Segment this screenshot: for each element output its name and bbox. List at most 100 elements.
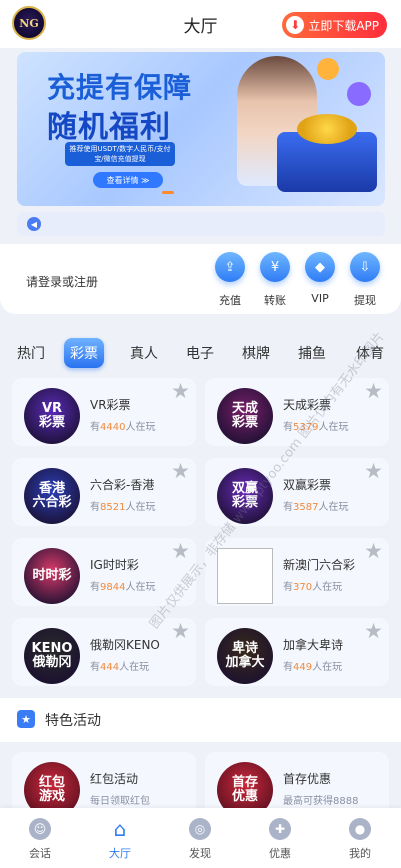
nav-label: 发现	[189, 847, 211, 860]
players-suffix: 人在玩	[318, 502, 349, 513]
players-prefix: 有	[90, 582, 100, 593]
quick-action-label: 提现	[354, 294, 376, 307]
login-register-link[interactable]: 请登录或注册	[26, 273, 98, 290]
game-card[interactable]: 卑诗 加拿大 加拿大卑诗 有449人在玩 ★	[205, 618, 389, 686]
download-icon: ⬇	[286, 16, 305, 34]
game-card[interactable]: 双赢 彩票 双赢彩票 有3587人在玩 ★	[205, 458, 389, 526]
gift-icon: ✚	[269, 818, 291, 840]
banner-subtext: 推荐使用USDT/数字人民币/支付宝/微信充值提现	[65, 142, 175, 166]
game-thumbnail: VR 彩票	[24, 388, 80, 444]
balloon-decoration	[347, 82, 371, 106]
profile-icon: ●	[349, 818, 371, 840]
notice-bar[interactable]: ◀	[17, 212, 385, 236]
game-card[interactable]: 香港 六合彩 六合彩-香港 有8521人在玩 ★	[12, 458, 196, 526]
download-app-label: 立即下载APP	[308, 18, 379, 33]
game-thumbnail: 香港 六合彩	[24, 468, 80, 524]
quick-action-deposit[interactable]: ⇪ 充值	[210, 252, 250, 308]
players-prefix: 有	[283, 662, 293, 673]
speaker-icon: ◀	[27, 217, 41, 231]
game-player-count: 有3587人在玩	[283, 498, 348, 513]
tab-5[interactable]: 捕鱼	[298, 343, 326, 363]
game-thumbnail	[217, 548, 273, 604]
game-player-count: 有4440人在玩	[90, 418, 155, 433]
players-prefix: 有	[90, 502, 100, 513]
promo-banner[interactable]: 充提有保障 随机福利 推荐使用USDT/数字人民币/支付宝/微信充值提现 查看详…	[17, 52, 385, 206]
game-name: 俄勒冈KENO	[90, 638, 160, 652]
promo-desc: 每日领取红包	[90, 796, 150, 807]
players-number: 3587	[293, 502, 319, 513]
discover-icon: ◎	[189, 818, 211, 840]
nav-home[interactable]: ⌂ 大厅	[90, 817, 150, 861]
tab-0[interactable]: 热门	[17, 343, 45, 363]
tab-1[interactable]: 彩票	[64, 338, 104, 368]
tab-2[interactable]: 真人	[130, 343, 158, 363]
players-number: 444	[100, 662, 120, 673]
game-name: 天成彩票	[283, 398, 332, 412]
game-name: 六合彩-香港	[90, 478, 155, 492]
players-prefix: 有	[283, 582, 293, 593]
banner-coins-image	[277, 114, 377, 192]
nav-profile[interactable]: ● 我的	[330, 818, 390, 861]
banner-headline: 充提有保障	[47, 71, 193, 104]
game-name: IG时时彩	[90, 558, 139, 572]
players-suffix: 人在玩	[125, 422, 156, 433]
game-player-count: 有370人在玩	[283, 578, 342, 593]
quick-action-transfer[interactable]: ¥ 转账	[255, 252, 295, 308]
game-card[interactable]: 新澳门六合彩 有370人在玩 ★	[205, 538, 389, 606]
favorite-star-icon[interactable]: ★	[171, 379, 190, 403]
game-name: 新澳门六合彩	[283, 558, 356, 572]
game-player-count: 有444人在玩	[90, 658, 149, 673]
game-card[interactable]: 天成 彩票 天成彩票 有5379人在玩 ★	[205, 378, 389, 446]
section-title: 特色活动	[45, 713, 101, 729]
banner-pagination	[162, 191, 174, 194]
game-thumbnail: 卑诗 加拿大	[217, 628, 273, 684]
banner-details-button[interactable]: 查看详情 ≫	[93, 172, 163, 188]
nav-chat[interactable]: ☺ 会话	[10, 818, 70, 861]
players-prefix: 有	[283, 422, 293, 433]
favorite-star-icon[interactable]: ★	[364, 539, 383, 563]
favorite-star-icon[interactable]: ★	[364, 459, 383, 483]
game-card[interactable]: VR 彩票 VR彩票 有4440人在玩 ★	[12, 378, 196, 446]
promo-card[interactable]: 首存 优惠 首存优惠 最高可获得8888	[205, 752, 389, 812]
quick-action-vip-diamond[interactable]: ◆ VIP	[300, 252, 340, 305]
tab-4[interactable]: 棋牌	[242, 343, 270, 363]
game-card[interactable]: KENO 俄勒冈 俄勒冈KENO 有444人在玩 ★	[12, 618, 196, 686]
nav-gift[interactable]: ✚ 优惠	[250, 818, 310, 861]
nav-label: 大厅	[109, 847, 131, 860]
header: NG 大厅 ⬇ 立即下载APP	[0, 0, 401, 48]
game-player-count: 有9844人在玩	[90, 578, 155, 593]
category-tabs: 热门 彩票 真人 电子 棋牌 捕鱼 体育	[0, 334, 401, 374]
nav-label: 我的	[349, 847, 371, 860]
favorite-star-icon[interactable]: ★	[364, 619, 383, 643]
home-icon: ⌂	[113, 817, 127, 841]
players-suffix: 人在玩	[119, 662, 150, 673]
players-prefix: 有	[90, 422, 100, 433]
tab-6[interactable]: 体育	[356, 343, 384, 363]
players-number: 370	[293, 582, 313, 593]
promo-title: 首存优惠	[283, 772, 332, 786]
players-number: 8521	[100, 502, 126, 513]
bottom-nav: ☺ 会话 ⌂ 大厅 ◎ 发现 ✚ 优惠 ● 我的	[0, 808, 401, 868]
game-thumbnail: 时时彩	[24, 548, 80, 604]
promo-title: 红包活动	[90, 772, 139, 786]
balloon-decoration	[317, 58, 339, 80]
players-suffix: 人在玩	[125, 502, 156, 513]
players-suffix: 人在玩	[125, 582, 156, 593]
nav-discover[interactable]: ◎ 发现	[170, 818, 230, 861]
section-header: ★ 特色活动	[0, 698, 401, 742]
game-player-count: 有449人在玩	[283, 658, 342, 673]
favorite-star-icon[interactable]: ★	[171, 539, 190, 563]
banner-headline-2: 随机福利	[47, 110, 171, 145]
players-prefix: 有	[283, 502, 293, 513]
brand-logo[interactable]: NG	[12, 6, 46, 40]
favorite-star-icon[interactable]: ★	[171, 619, 190, 643]
quick-action-withdraw[interactable]: ⇩ 提现	[345, 252, 385, 308]
tab-3[interactable]: 电子	[186, 343, 214, 363]
players-prefix: 有	[90, 662, 100, 673]
game-card[interactable]: 时时彩 IG时时彩有9844人在玩 ★	[12, 538, 196, 606]
download-app-button[interactable]: ⬇ 立即下载APP	[282, 12, 387, 38]
promo-card[interactable]: 红包 游戏 红包活动 每日领取红包	[12, 752, 196, 812]
players-suffix: 人在玩	[312, 662, 343, 673]
favorite-star-icon[interactable]: ★	[364, 379, 383, 403]
favorite-star-icon[interactable]: ★	[171, 459, 190, 483]
